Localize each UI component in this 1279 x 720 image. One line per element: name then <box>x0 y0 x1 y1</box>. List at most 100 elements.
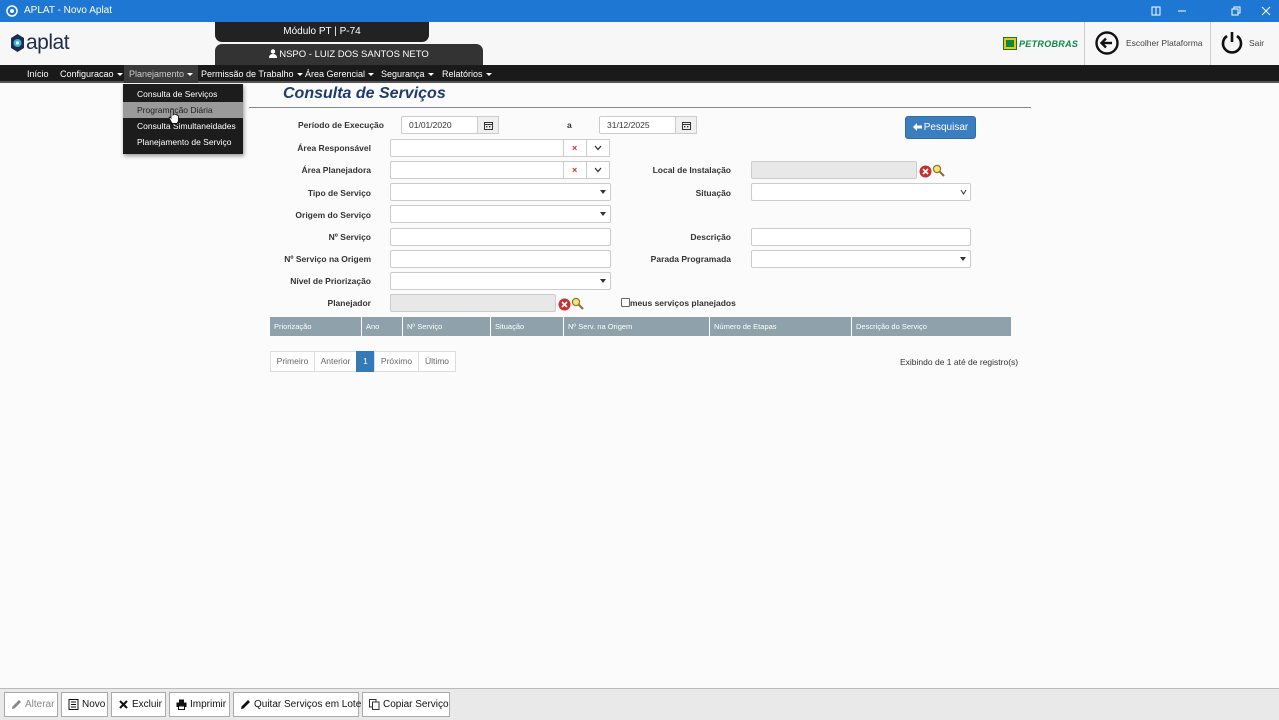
area-planejadora-label: Área Planejadora <box>301 165 371 175</box>
nav-planejamento[interactable]: Planejamento <box>124 65 199 83</box>
nav-seguranca[interactable]: Segurança <box>376 65 439 83</box>
page-prev[interactable]: Anterior <box>314 351 357 372</box>
area-responsavel-dropdown-button[interactable] <box>586 139 610 157</box>
origem-servico-select[interactable] <box>390 205 611 223</box>
app-header: aplat Módulo PT | P-74 NSPO - LUIZ DOS S… <box>0 22 1279 65</box>
copiar-servico-button[interactable]: Copiar Serviço <box>362 692 450 717</box>
nav-area-gerencial[interactable]: Área Gerencial <box>300 65 379 83</box>
situacao-select[interactable] <box>751 183 971 201</box>
novo-button[interactable]: Novo <box>61 692 108 717</box>
area-responsavel-label: Área Responsável <box>297 143 371 153</box>
title-divider <box>249 107 1031 108</box>
search-button[interactable]: Pesquisar <box>905 116 976 139</box>
nivel-priorizacao-select[interactable] <box>390 272 611 290</box>
calendar-icon <box>484 122 493 130</box>
area-planejadora-input[interactable] <box>390 161 564 179</box>
date-from-calendar-button[interactable] <box>477 116 499 134</box>
petrobras-name: PETROBRAS <box>1019 38 1079 49</box>
clear-red-x-icon[interactable] <box>558 298 571 311</box>
records-count: Exibindo de 1 até de registro(s) <box>900 357 1019 367</box>
local-instalacao-input[interactable] <box>751 161 917 179</box>
page-next[interactable]: Próximo <box>374 351 419 372</box>
descricao-label: Descrição <box>690 232 731 242</box>
planejador-input[interactable] <box>390 294 556 312</box>
tipo-servico-select[interactable] <box>390 183 611 201</box>
search-magnifier-icon[interactable] <box>571 297 584 310</box>
nav-relatorios[interactable]: Relatórios <box>437 65 497 83</box>
menu-consulta-simultaneidades[interactable]: Consulta Simultaneidades <box>123 118 243 134</box>
logo-text: aplat <box>26 31 70 54</box>
col-num-servico[interactable]: Nº Serviço <box>403 317 491 336</box>
arrow-left-circle-icon <box>1095 31 1119 55</box>
page-first[interactable]: Primeiro <box>270 351 315 372</box>
nav-configuracao[interactable]: Configuracao <box>55 65 128 83</box>
meus-servicos-checkbox[interactable] <box>621 298 630 307</box>
chevron-down-icon <box>594 167 602 173</box>
logout-button[interactable]: Sair <box>1211 22 1279 65</box>
user-tab[interactable]: NSPO - LUIZ DOS SANTOS NETO <box>215 44 483 65</box>
results-table-header: Priorização Ano Nº Serviço Situação Nº S… <box>270 317 1011 336</box>
menu-consulta-servicos[interactable]: Consulta de Serviços <box>123 86 243 102</box>
col-ano[interactable]: Ano <box>362 317 403 336</box>
search-magnifier-icon[interactable] <box>932 164 945 177</box>
main-nav: Início Configuracao Planejamento Permiss… <box>0 65 1279 83</box>
user-name: NSPO - LUIZ DOS SANTOS NETO <box>279 49 429 60</box>
num-servico-input[interactable] <box>390 228 611 246</box>
area-planejadora-dropdown-button[interactable] <box>586 161 610 179</box>
clear-x-icon: × <box>572 143 578 153</box>
clear-x-icon: × <box>572 165 578 175</box>
pencil-icon <box>241 700 250 709</box>
parada-programada-select[interactable] <box>751 250 971 268</box>
col-numero-etapas[interactable]: Número de Etapas <box>710 317 852 336</box>
planejador-label: Planejador <box>327 298 371 308</box>
clear-red-x-icon[interactable] <box>919 165 932 178</box>
close-icon[interactable] <box>1258 3 1274 19</box>
module-tab[interactable]: Módulo PT | P-74 <box>215 22 429 42</box>
menu-planejamento-servico[interactable]: Planejamento de Serviço <box>123 134 243 150</box>
x-icon <box>119 700 128 709</box>
minimize-icon[interactable] <box>1174 3 1190 19</box>
imprimir-button[interactable]: Imprimir <box>169 692 230 717</box>
app-icon <box>6 5 18 17</box>
area-planejadora-clear-button[interactable]: × <box>563 161 587 179</box>
origem-servico-label: Origem do Serviço <box>295 210 371 220</box>
power-icon <box>1221 32 1243 54</box>
chevron-down-icon <box>594 145 602 151</box>
chevron-down-icon <box>960 189 967 195</box>
date-separator: a <box>567 120 572 130</box>
aplat-logo-icon <box>11 34 24 52</box>
page-last[interactable]: Último <box>418 351 456 372</box>
arrow-left-icon <box>912 122 922 131</box>
menu-programacao-diaria[interactable]: Programação Diária <box>123 102 243 118</box>
meus-servicos-label[interactable]: meus serviços planejados <box>630 298 736 308</box>
user-icon <box>269 49 278 58</box>
nivel-priorizacao-label: Nível de Priorização <box>290 276 371 286</box>
date-from-input[interactable]: 01/01/2020 <box>401 116 478 134</box>
col-priorizacao[interactable]: Priorização <box>270 317 362 336</box>
choose-platform-button[interactable]: Escolher Plataforma <box>1085 22 1210 65</box>
local-instalacao-label: Local de Instalação <box>652 165 731 175</box>
restore-icon[interactable] <box>1228 3 1244 19</box>
petrobras-brand: PETROBRAS <box>1003 37 1078 50</box>
window-layout-icon[interactable] <box>1148 3 1164 19</box>
col-situacao[interactable]: Situação <box>491 317 564 336</box>
alterar-button[interactable]: Alterar <box>4 692 58 717</box>
num-servico-origem-input[interactable] <box>390 250 611 268</box>
nav-permissao-trabalho[interactable]: Permissão de Trabalho <box>196 65 308 83</box>
window-title: APLAT - Novo Aplat <box>24 5 113 16</box>
quitar-servicos-lote-button[interactable]: Quitar Serviços em Lote <box>233 692 361 717</box>
num-servico-label: Nº Serviço <box>328 232 371 242</box>
calendar-icon <box>682 122 691 130</box>
col-descricao-servico[interactable]: Descrição do Serviço <box>852 317 1011 336</box>
col-num-serv-origem[interactable]: Nº Serv. na Origem <box>564 317 710 336</box>
nav-inicio[interactable]: Início <box>22 65 54 83</box>
page-current[interactable]: 1 <box>356 351 375 372</box>
area-responsavel-input[interactable] <box>390 139 564 157</box>
excluir-button[interactable]: Excluir <box>111 692 166 717</box>
descricao-input[interactable] <box>751 228 971 246</box>
date-to-calendar-button[interactable] <box>675 116 697 134</box>
page-title: Consulta de Serviços <box>283 85 446 102</box>
date-to-input[interactable]: 31/12/2025 <box>599 116 676 134</box>
planejamento-dropdown: Consulta de Serviços Programação Diária … <box>123 84 243 154</box>
area-responsavel-clear-button[interactable]: × <box>563 139 587 157</box>
